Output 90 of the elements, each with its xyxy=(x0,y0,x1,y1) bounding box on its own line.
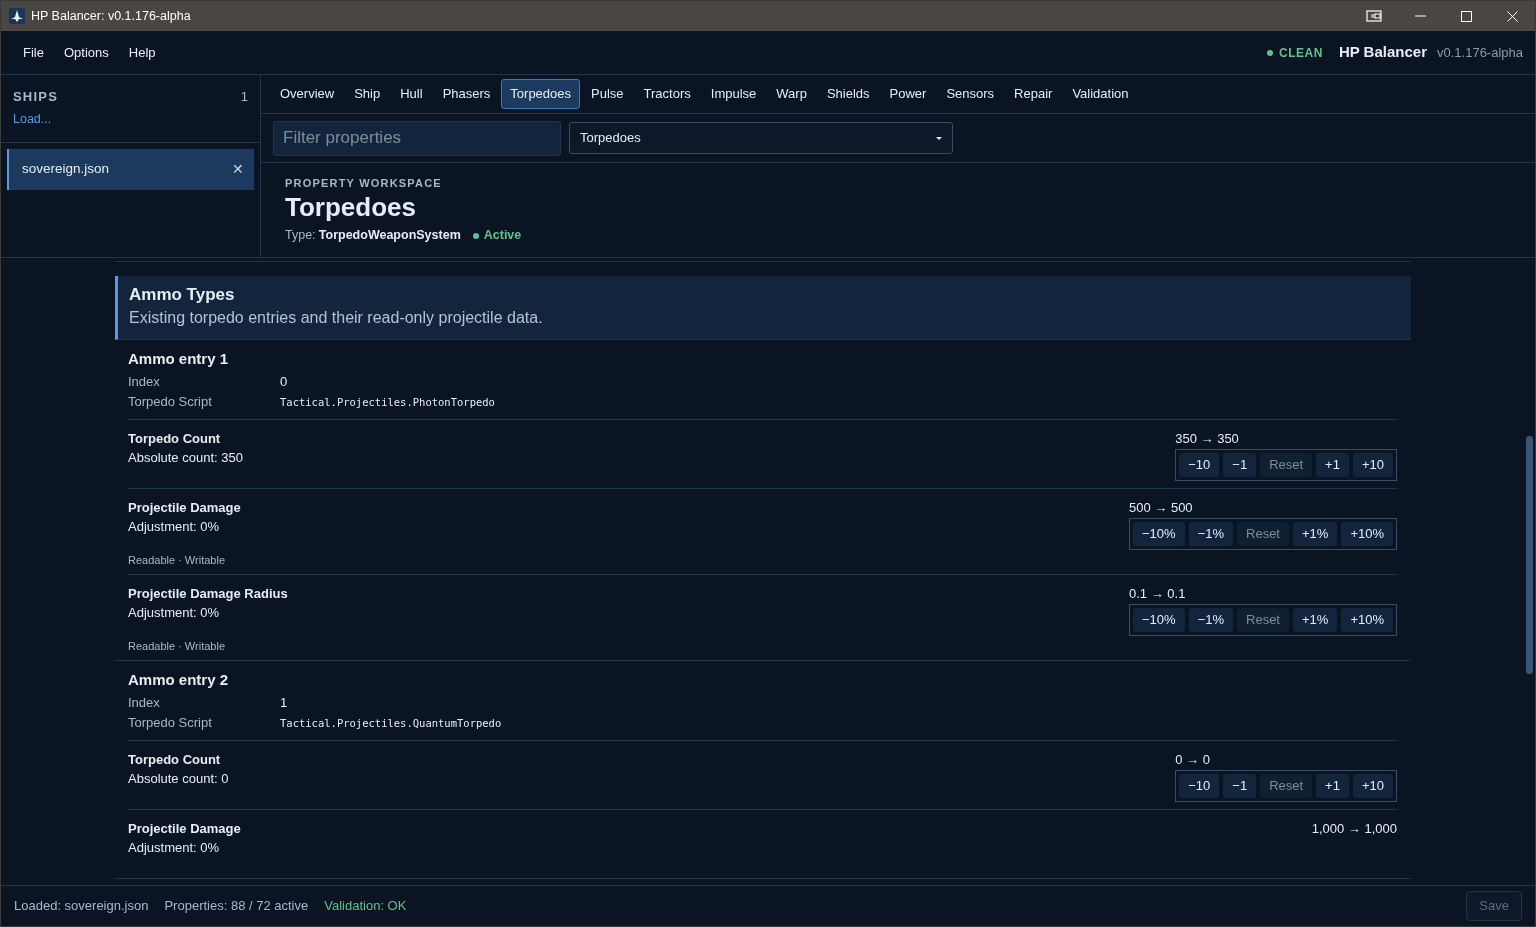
close-icon[interactable] xyxy=(1506,10,1518,22)
property-detail: Adjustment: 0% xyxy=(128,603,221,622)
app-name: HP Balancer xyxy=(1338,42,1427,63)
state-label: Active xyxy=(483,227,522,245)
field-value: 0 xyxy=(280,372,288,391)
load-link[interactable]: Load... xyxy=(13,109,52,129)
close-button[interactable]: ✕ xyxy=(230,159,246,180)
section-description: Existing torpedo entries and their read-only projectile data. xyxy=(129,307,544,328)
property-flags: Readable · Writable xyxy=(128,552,226,567)
step-button[interactable]: +10% xyxy=(1341,607,1393,632)
value-reading: 1,000 → 1,000 xyxy=(1311,819,1397,838)
property-detail: Adjustment: 0% xyxy=(128,838,221,857)
caret-icon xyxy=(936,136,942,140)
step-button[interactable]: −10 xyxy=(1179,452,1220,477)
entry-title: Ammo entry 2 xyxy=(128,669,230,690)
menu-item[interactable]: Help xyxy=(118,38,166,67)
step-button[interactable]: +1 xyxy=(1316,773,1349,798)
tab[interactable]: Hull xyxy=(391,79,432,109)
status-label: CLEAN xyxy=(1279,44,1323,62)
value-reading: 500 → 500 xyxy=(1129,498,1193,517)
app-icon xyxy=(9,8,25,24)
field-label: Index xyxy=(128,693,161,712)
field-label: Torpedo Script xyxy=(128,713,213,732)
field-label: Torpedo Script xyxy=(128,392,213,411)
tab[interactable]: Warp xyxy=(767,79,816,109)
state-dot xyxy=(472,232,479,239)
entry-title: Ammo entry 1 xyxy=(128,348,230,369)
tab[interactable]: Overview xyxy=(271,79,344,109)
maximize-icon[interactable] xyxy=(1460,10,1472,22)
status-dot xyxy=(1267,49,1274,56)
property-name: Projectile Damage Radius xyxy=(128,584,288,603)
property-flags: Readable · Writable xyxy=(128,638,226,653)
field-label: Index xyxy=(128,372,161,391)
property-name: Projectile Damage xyxy=(128,819,241,838)
tab[interactable]: Validation xyxy=(1063,79,1138,109)
field-value: Tactical.Projectiles.QuantumTorpedo xyxy=(280,715,502,731)
tab[interactable]: Sensors xyxy=(937,79,1004,109)
eyebrow-label: PROPERTY WORKSPACE xyxy=(285,176,443,192)
menu-item[interactable]: Options xyxy=(53,38,119,67)
tab[interactable]: Pulse xyxy=(582,79,633,109)
property-name: Torpedo Count xyxy=(128,750,222,769)
property-name: Projectile Damage xyxy=(128,498,241,517)
sidebar-title: SHIPS xyxy=(13,88,58,106)
property-name: Torpedo Count xyxy=(128,429,222,448)
app-version: v0.1.176-alpha xyxy=(1437,43,1523,62)
property-detail: Absolute count: 350 xyxy=(128,448,243,467)
tab[interactable]: Power xyxy=(880,79,936,109)
type-label: Type: xyxy=(285,227,316,245)
step-button[interactable]: −1 xyxy=(1223,452,1257,477)
step-button[interactable]: −1 xyxy=(1223,773,1257,798)
ship-count: 1 xyxy=(240,88,248,106)
value-reading: 350 → 350 xyxy=(1175,429,1239,448)
step-button[interactable]: −1% xyxy=(1188,521,1233,546)
snap-layout-icon[interactable] xyxy=(1366,10,1382,22)
step-button[interactable]: −10% xyxy=(1133,521,1185,546)
step-button[interactable]: −10% xyxy=(1133,607,1185,632)
status-text: Loaded: sovereign.json xyxy=(14,897,149,916)
tab[interactable]: Tractors xyxy=(634,79,700,109)
file-name: sovereign.json xyxy=(22,160,110,179)
filter-field[interactable]: Filter properties xyxy=(273,120,561,156)
field-value: 1 xyxy=(280,693,288,712)
workspace-title: Torpedoes xyxy=(285,191,417,223)
scrollbar-thumb[interactable] xyxy=(1526,436,1533,674)
step-button[interactable]: +1% xyxy=(1293,607,1338,632)
type-value: TorpedoWeaponSystem xyxy=(318,227,461,245)
step-button[interactable]: −10 xyxy=(1179,773,1220,798)
status-text: Properties: 88 / 72 active xyxy=(164,897,309,916)
tab[interactable]: Shields xyxy=(817,79,879,109)
menu-item[interactable]: File xyxy=(13,38,54,67)
step-button[interactable]: +10 xyxy=(1352,773,1393,798)
step-button[interactable]: +10% xyxy=(1341,521,1393,546)
step-button[interactable]: −1% xyxy=(1188,607,1233,632)
tab[interactable]: Repair xyxy=(1005,79,1062,109)
validation-status: Validation: OK xyxy=(324,897,407,916)
field-value: Tactical.Projectiles.PhotonTorpedo xyxy=(280,394,495,410)
tab[interactable]: Ship xyxy=(345,79,390,109)
value-reading: 0 → 0 xyxy=(1175,750,1210,769)
tab[interactable]: Impulse xyxy=(701,79,766,109)
step-button[interactable]: +1% xyxy=(1293,521,1338,546)
step-button[interactable]: +1 xyxy=(1316,452,1349,477)
value-reading: 0.1 → 0.1 xyxy=(1129,584,1186,603)
property-detail: Absolute count: 0 xyxy=(128,769,229,788)
section-title: Ammo Types xyxy=(129,284,236,306)
tab[interactable]: Phasers xyxy=(433,79,500,109)
category-dropdown[interactable]: Torpedoes xyxy=(569,122,953,155)
step-button[interactable]: +10 xyxy=(1352,452,1393,477)
property-detail: Adjustment: 0% xyxy=(128,517,221,536)
window-title: HP Balancer: v0.1.176-alpha xyxy=(31,7,191,25)
tab[interactable]: Torpedoes xyxy=(501,79,581,109)
file-item[interactable]: sovereign.json ✕ xyxy=(7,149,254,190)
